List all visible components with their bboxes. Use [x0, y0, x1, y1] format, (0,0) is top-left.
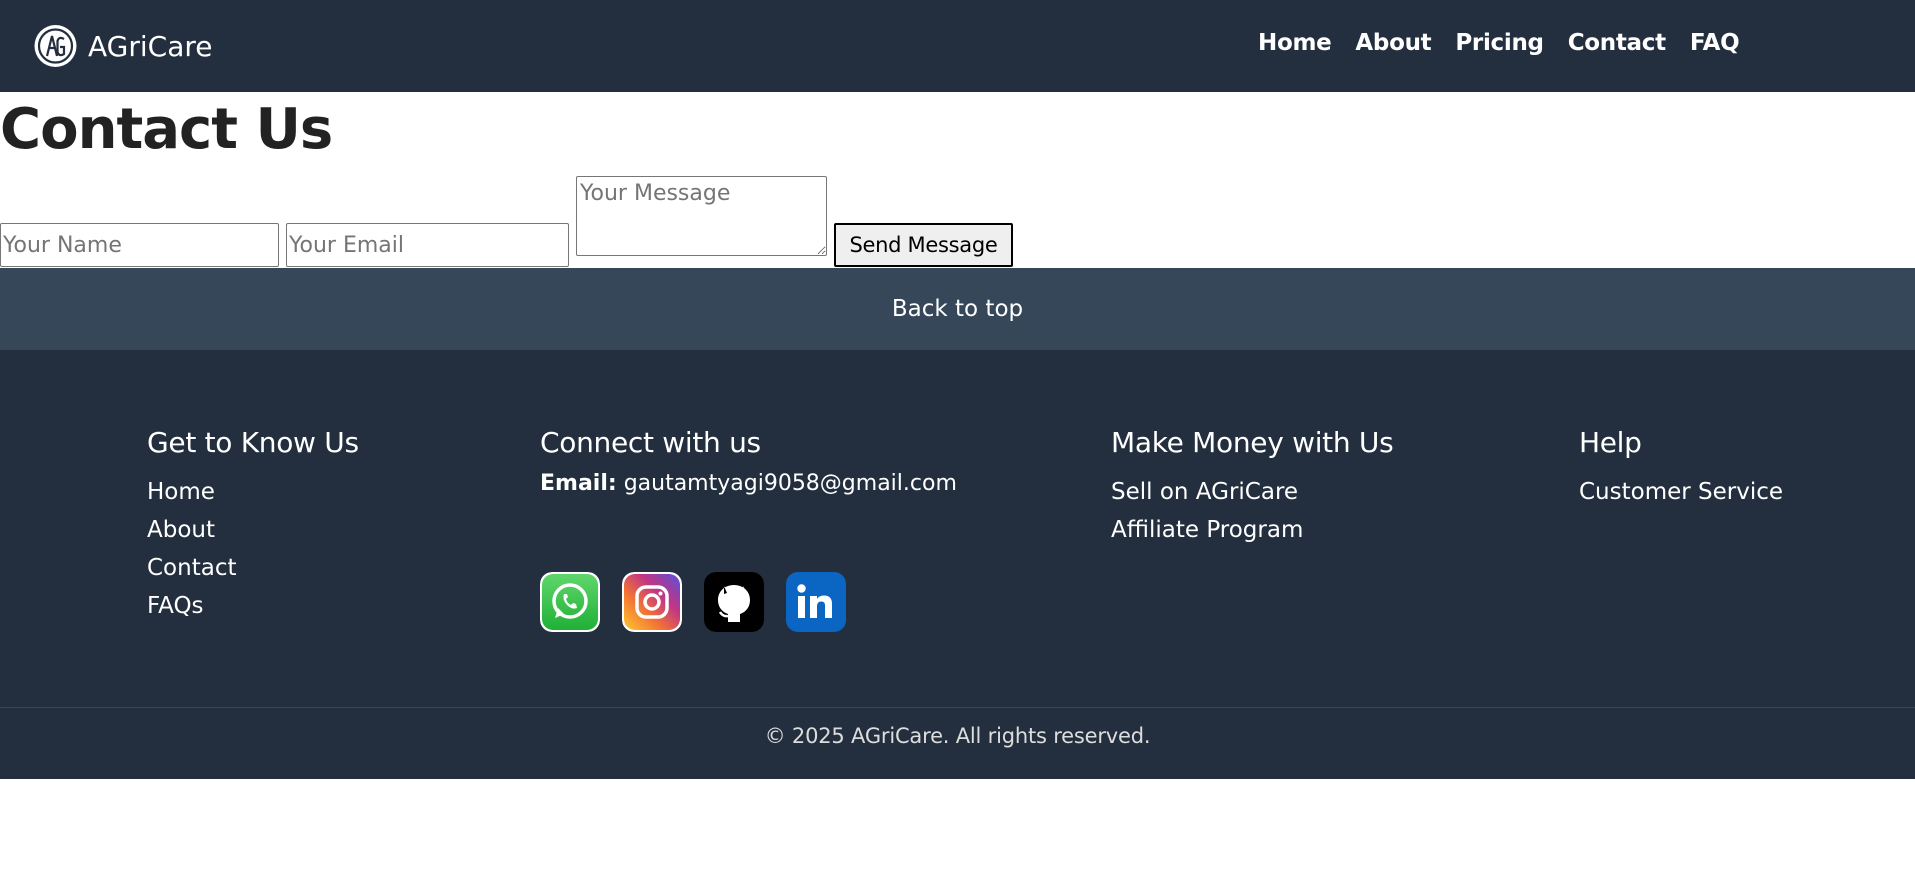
footer-link-home[interactable]: Home — [147, 479, 215, 505]
nav-home[interactable]: Home — [1258, 30, 1332, 56]
footer-link-customer-service[interactable]: Customer Service — [1579, 479, 1783, 505]
nav-pricing[interactable]: Pricing — [1455, 30, 1544, 56]
email-label: Email: — [540, 471, 617, 496]
footer-divider — [0, 707, 1915, 708]
nav-about[interactable]: About — [1355, 30, 1431, 56]
footer-link-about[interactable]: About — [147, 517, 215, 543]
agricare-logo-icon — [34, 25, 77, 67]
message-textarea[interactable] — [576, 176, 827, 256]
name-input[interactable] — [0, 223, 279, 267]
nav-contact[interactable]: Contact — [1568, 30, 1666, 56]
footer-link-sell[interactable]: Sell on AGriCare — [1111, 479, 1298, 505]
instagram-icon[interactable] — [622, 572, 682, 632]
site-footer: Get to Know Us Home About Contact FAQs C… — [0, 350, 1915, 779]
main-nav: Home About Pricing Contact FAQ — [1258, 30, 1763, 56]
social-links — [540, 572, 868, 632]
footer-link-affiliate[interactable]: Affiliate Program — [1111, 517, 1303, 543]
navbar: AGriCare Home About Pricing Contact FAQ — [0, 0, 1915, 92]
brand-link[interactable]: AGriCare — [33, 19, 212, 73]
nav-faq[interactable]: FAQ — [1690, 30, 1740, 56]
back-to-top-button[interactable]: Back to top — [0, 268, 1915, 350]
whatsapp-icon[interactable] — [540, 572, 600, 632]
footer-heading-help: Help — [1579, 426, 1642, 459]
email-address: gautamtyagi9058@gmail.com — [623, 471, 957, 496]
footer-column-help: Help Customer Service — [1579, 426, 1783, 511]
footer-column-make-money: Make Money with Us Sell on AGriCare Affi… — [1111, 426, 1394, 549]
linkedin-icon[interactable] — [786, 572, 846, 632]
footer-email-line: Email: gautamtyagi9058@gmail.com — [540, 471, 957, 496]
footer-heading-make-money: Make Money with Us — [1111, 426, 1394, 459]
github-icon[interactable] — [704, 572, 764, 632]
email-input[interactable] — [286, 223, 569, 267]
footer-column-know-us: Get to Know Us Home About Contact FAQs — [147, 426, 359, 625]
footer-link-faqs[interactable]: FAQs — [147, 593, 204, 619]
footer-link-contact[interactable]: Contact — [147, 555, 236, 581]
send-message-button[interactable]: Send Message — [834, 223, 1013, 267]
brand-name: AGriCare — [88, 29, 213, 63]
page-title: Contact Us — [0, 97, 333, 162]
footer-heading-connect: Connect with us — [540, 426, 761, 459]
footer-column-connect: Connect with us Email: gautamtyagi9058@g… — [540, 426, 957, 496]
copyright-text: © 2025 AGriCare. All rights reserved. — [764, 724, 1151, 748]
footer-heading-know-us: Get to Know Us — [147, 426, 359, 459]
